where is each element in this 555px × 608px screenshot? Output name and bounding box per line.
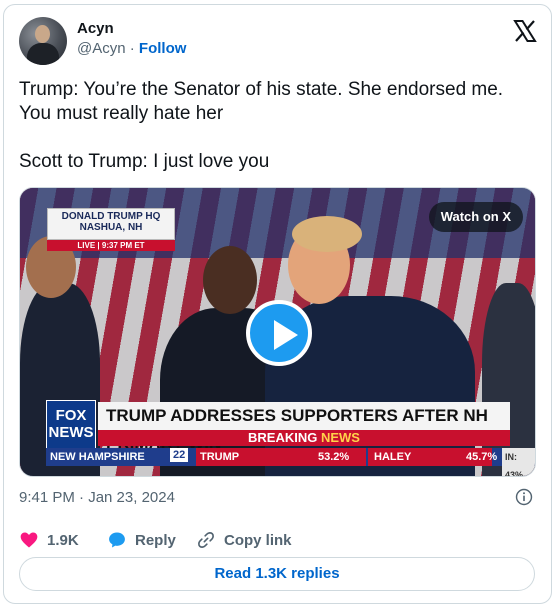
handle-separator: · <box>129 40 135 57</box>
results-reporting: IN: 43% <box>502 448 535 476</box>
author-handle[interactable]: @Acyn <box>77 40 126 57</box>
copy-link-button[interactable]: Copy link <box>196 530 292 550</box>
author-handle-row: @Acyn · Follow <box>77 40 186 57</box>
breaking-news-bar: BREAKING NEWS <box>98 430 510 446</box>
play-button[interactable] <box>246 300 312 366</box>
avatar[interactable] <box>19 17 67 65</box>
follow-link[interactable]: Follow <box>139 40 187 57</box>
reply-button[interactable]: Reply <box>107 530 176 550</box>
link-icon <box>198 532 214 548</box>
reply-label: Reply <box>135 531 176 549</box>
avatar-head <box>35 25 50 43</box>
video-player[interactable]: DONALD TRUMP HQ NASHUA, NH LIVE | 9:37 P… <box>19 187 536 477</box>
logo-line-2: NEWS <box>48 424 94 441</box>
author-name[interactable]: Acyn <box>77 20 114 37</box>
face-scott <box>203 246 257 314</box>
hair-trump <box>292 216 362 252</box>
tweet-text-line-2: Scott to Trump: I just love you <box>19 151 270 172</box>
watch-on-x-button[interactable]: Watch on X <box>428 202 523 232</box>
results-trump-pct: 53.2% <box>318 451 350 463</box>
results-haley-pct: 45.7% <box>466 451 498 463</box>
tweet-timestamp[interactable]: 9:41 PM · Jan 23, 2024 <box>19 489 175 506</box>
lower-third-headline: TRUMP ADDRESSES SUPPORTERS AFTER NH PRIM… <box>98 402 510 453</box>
like-count: 1.9K <box>47 531 79 549</box>
read-replies-button[interactable]: Read 1.3K replies <box>19 557 535 591</box>
avatar-body <box>27 43 59 65</box>
logo-line-1: FOX <box>55 407 87 424</box>
news-word: NEWS <box>320 430 360 445</box>
location-line-1: DONALD TRUMP HQ <box>61 211 161 222</box>
results-state: NEW HAMPSHIRE <box>50 451 145 463</box>
info-icon[interactable] <box>515 488 533 506</box>
tweet-card: Acyn @Acyn · Follow Trump: You’re the Se… <box>3 4 552 604</box>
reply-bubble-icon <box>109 532 125 548</box>
play-icon <box>274 320 298 350</box>
results-ticker: NEW HAMPSHIRE 22 TRUMP 53.2% HALEY 45.7%… <box>46 448 535 476</box>
results-state-number: 22 <box>170 448 189 462</box>
location-box: DONALD TRUMP HQ NASHUA, NH <box>47 208 175 240</box>
location-line-2: NASHUA, NH <box>79 222 143 233</box>
tweet-text-line-1: Trump: You’re the Senator of his state. … <box>19 79 504 124</box>
copy-link-label: Copy link <box>224 531 292 549</box>
fox-news-logo: FOX NEWS <box>46 400 96 450</box>
live-bar: LIVE | 9:37 PM ET <box>47 240 175 251</box>
breaking-word: BREAKING <box>248 430 321 445</box>
like-button[interactable]: 1.9K <box>19 530 79 550</box>
x-logo-icon[interactable] <box>513 19 537 43</box>
heart-icon <box>20 532 38 548</box>
tweet-text: Trump: You’re the Senator of his state. … <box>19 78 539 198</box>
